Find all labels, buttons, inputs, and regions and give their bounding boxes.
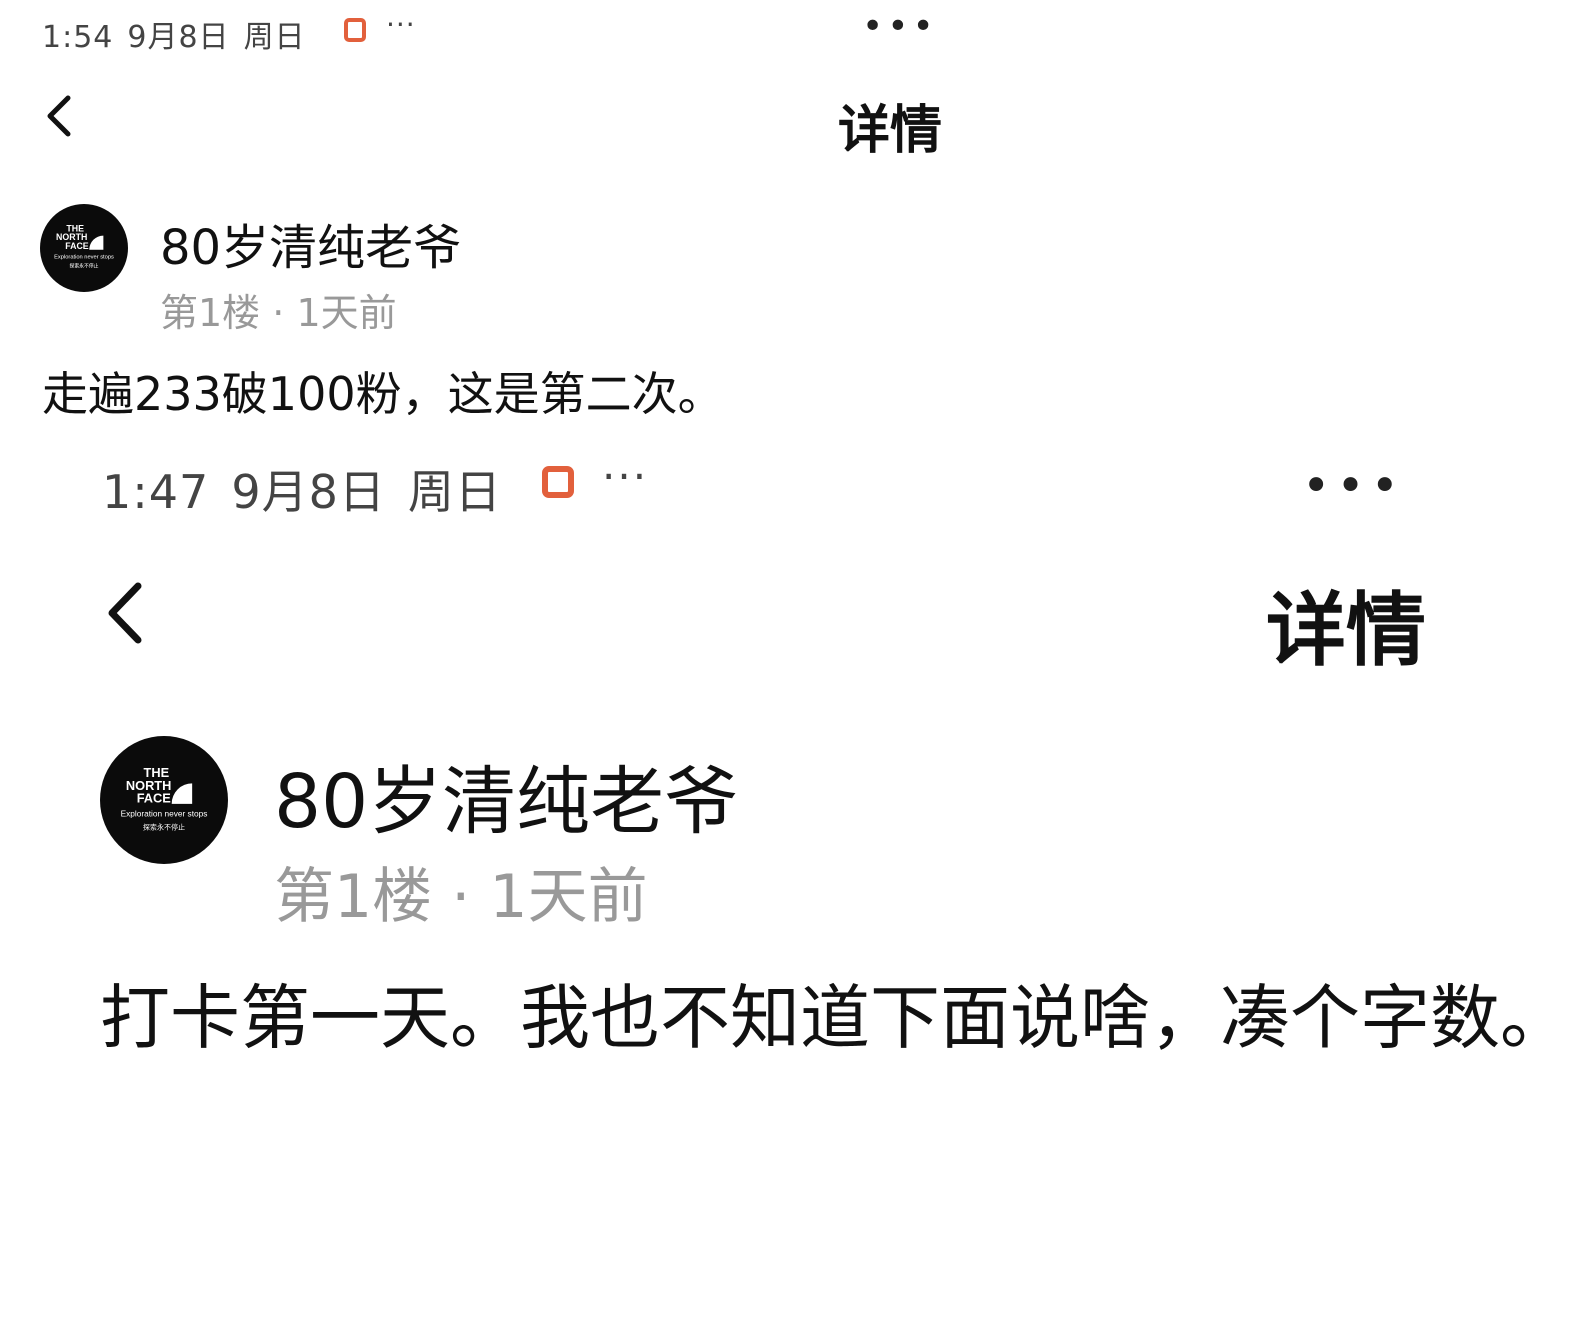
page-title: 详情 — [1266, 584, 1426, 677]
author-name[interactable]: 80岁清纯老爷 — [160, 208, 461, 278]
time-ago: 1天前 — [489, 862, 648, 932]
avatar-logo-line3: FACE — [65, 241, 89, 251]
status-date: 9月8日 — [127, 20, 230, 55]
status-time: 1:54 — [42, 20, 114, 55]
more-icon[interactable]: ••• — [1302, 458, 1405, 514]
floor-label: 第1楼 — [274, 862, 433, 932]
post-content: 走遍233破100粉，这是第二次。 — [42, 367, 724, 421]
avatar-logo-line3: FACE — [137, 791, 172, 806]
avatar[interactable]: THE NORTH FACE Exploration never stops 探… — [40, 204, 128, 292]
status-overflow-icon: ··· — [602, 452, 649, 501]
avatar-tagline: Exploration never stops — [121, 809, 208, 819]
status-time: 1:47 — [102, 465, 210, 519]
time-ago: 1天前 — [296, 291, 397, 335]
status-bar: 1:47 9月8日 周日 — [102, 456, 502, 522]
back-button[interactable] — [38, 92, 86, 140]
post-meta: 第1楼 · 1天前 — [160, 282, 397, 337]
chevron-left-icon — [47, 95, 71, 137]
status-weekday: 周日 — [407, 465, 502, 519]
notification-icon — [344, 18, 366, 42]
notification-icon — [542, 466, 574, 498]
back-button[interactable] — [98, 578, 160, 648]
meta-separator: · — [451, 862, 471, 932]
author-name[interactable]: 80岁清纯老爷 — [274, 742, 738, 849]
avatar-tagline-cn: 探索永不停止 — [143, 822, 185, 831]
page-title: 详情 — [838, 101, 943, 161]
avatar-tagline: Exploration never stops — [54, 255, 114, 261]
avatar[interactable]: THE NORTH FACE Exploration never stops 探… — [100, 736, 228, 864]
status-date: 9月8日 — [231, 465, 386, 519]
post-meta: 第1楼 · 1天前 — [274, 848, 648, 935]
post-content: 打卡第一天。我也不知道下面说啥，凑个字数。 — [100, 977, 1570, 1059]
status-bar: 1:54 9月8日 周日 — [42, 12, 306, 56]
chevron-left-icon — [108, 582, 142, 644]
status-overflow-icon: ··· — [386, 8, 416, 41]
meta-separator: · — [272, 291, 285, 335]
floor-label: 第1楼 — [160, 291, 261, 335]
more-icon[interactable]: ••• — [862, 6, 938, 47]
status-weekday: 周日 — [243, 20, 306, 55]
